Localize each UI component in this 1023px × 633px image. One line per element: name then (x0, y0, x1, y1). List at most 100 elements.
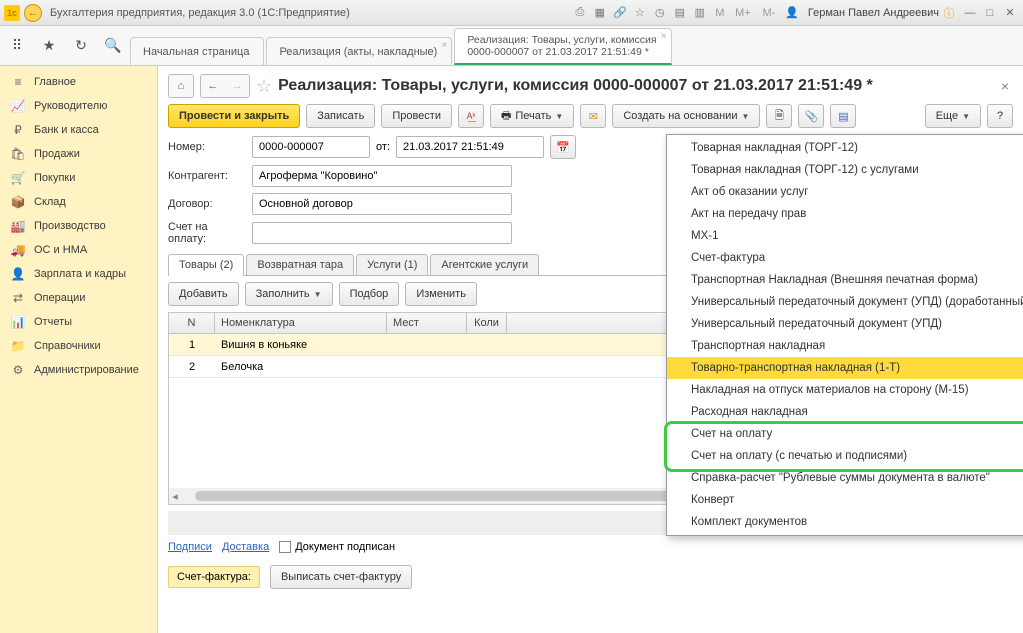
help-button[interactable]: ? (987, 104, 1013, 128)
subtab-agent[interactable]: Агентские услуги (430, 254, 539, 275)
page-icon[interactable]: ▥ (692, 5, 708, 21)
close-window-button[interactable]: ✕ (1001, 5, 1019, 21)
calc-icon[interactable]: ▤ (672, 5, 688, 21)
related-button[interactable]: 🗎 (766, 104, 792, 128)
m-minus-btn[interactable]: M- (758, 5, 780, 21)
fill-button[interactable]: Заполнить ▼ (245, 282, 333, 306)
sidebar-item-sales[interactable]: 🛍Продажи (0, 142, 157, 166)
sidebar-item-catalogs[interactable]: 📁Справочники (0, 334, 157, 358)
print-menu-item[interactable]: Акт на передачу прав (667, 203, 1023, 225)
print-menu-item[interactable]: Акт об оказании услуг (667, 181, 1023, 203)
print-menu-item[interactable]: Товарно-транспортная накладная (1-Т) (667, 357, 1023, 379)
info-icon[interactable]: ⓘ (941, 5, 957, 21)
write-button[interactable]: Записать (306, 104, 375, 128)
create-based-button[interactable]: Создать на основании ▼ (612, 104, 760, 128)
account-input[interactable] (252, 222, 512, 244)
contragent-input[interactable]: Агроферма "Коровино" (252, 165, 512, 187)
contract-input[interactable]: Основной договор (252, 193, 512, 215)
calendar-button[interactable]: 📅 (550, 135, 576, 159)
print-menu-item[interactable]: Справка-расчет "Рублевые суммы документа… (667, 467, 1023, 489)
nav-back-button[interactable]: ← (201, 75, 225, 97)
m-btn[interactable]: M (712, 5, 728, 21)
col-n[interactable]: N (169, 313, 215, 333)
maximize-button[interactable]: □ (981, 5, 999, 21)
sidebar-item-admin[interactable]: ⚙Администрирование (0, 358, 157, 382)
number-input[interactable]: 0000-000007 (252, 136, 370, 158)
subtab-services[interactable]: Услуги (1) (356, 254, 428, 275)
post-button[interactable]: Провести (381, 104, 452, 128)
button-label: Выписать счет-фактуру (281, 571, 401, 583)
tab-realization-doc[interactable]: Реализация: Товары, услуги, комиссия 000… (454, 28, 671, 65)
list-button[interactable]: ▤ (830, 104, 856, 128)
back-circle-button[interactable]: ← (24, 4, 42, 22)
date-input[interactable]: 21.03.2017 21:51:49 (396, 136, 544, 158)
print-menu-item[interactable]: Счет на оплату (667, 423, 1023, 445)
tab-start-page[interactable]: Начальная страница (130, 37, 264, 65)
print-menu-item[interactable]: Транспортная Накладная (Внешняя печатная… (667, 269, 1023, 291)
col-name[interactable]: Номенклатура (215, 313, 387, 333)
home-button[interactable]: ⌂ (168, 74, 194, 98)
attach-button[interactable]: 📎 (798, 104, 824, 128)
history-icon[interactable]: ↻ (72, 37, 90, 55)
delivery-link[interactable]: Доставка (222, 541, 269, 553)
subtab-tare[interactable]: Возвратная тара (246, 254, 354, 275)
grid-icon[interactable]: ▦ (592, 5, 608, 21)
more-button[interactable]: Еще ▼ (925, 104, 981, 128)
sidebar-item-hr[interactable]: 👤Зарплата и кадры (0, 262, 157, 286)
page-close-button[interactable]: × (1001, 78, 1013, 94)
print-menu-item[interactable]: Накладная на отпуск материалов на сторон… (667, 379, 1023, 401)
nav-forward-button[interactable]: → (225, 75, 249, 97)
print-menu-item[interactable]: Расходная накладная (667, 401, 1023, 423)
col-qty[interactable]: Коли (467, 313, 507, 333)
number-label: Номер: (168, 141, 246, 153)
sidebar-item-purchases[interactable]: 🛒Покупки (0, 166, 157, 190)
doc-signed-check[interactable]: Документ подписан (279, 541, 395, 553)
fav-icon[interactable]: ☆ (632, 5, 648, 21)
print-menu-item[interactable]: МХ-1 (667, 225, 1023, 247)
print-menu-item[interactable]: Товарная накладная (ТОРГ-12) (667, 137, 1023, 159)
add-button[interactable]: Добавить (168, 282, 239, 306)
email-button[interactable]: ✉ (580, 104, 606, 128)
sidebar-item-reports[interactable]: 📊Отчеты (0, 310, 157, 334)
sidebar-item-assets[interactable]: 🚚ОС и НМА (0, 238, 157, 262)
apps-icon[interactable]: ⠿ (8, 37, 26, 55)
signatures-link[interactable]: Подписи (168, 541, 212, 553)
clock-icon[interactable]: ◷ (652, 5, 668, 21)
minimize-button[interactable]: — (961, 5, 979, 21)
search-icon[interactable]: 🔍 (104, 37, 122, 55)
sidebar-item-main[interactable]: ≡Главное (0, 70, 157, 94)
tab-close-icon[interactable]: × (441, 40, 447, 51)
tab-realization-list[interactable]: Реализация (акты, накладные)× (266, 37, 452, 65)
change-button[interactable]: Изменить (405, 282, 477, 306)
sidebar-item-manager[interactable]: 📈Руководителю (0, 94, 157, 118)
print-menu-item[interactable]: Конверт (667, 489, 1023, 511)
subtab-goods[interactable]: Товары (2) (168, 254, 244, 275)
print-menu-item[interactable]: Универсальный передаточный документ (УПД… (667, 313, 1023, 335)
sidebar-item-production[interactable]: 🏭Производство (0, 214, 157, 238)
print-icon[interactable]: ⎙ (572, 5, 588, 21)
cell-name: Вишня в коньяке (215, 339, 387, 351)
print-menu-item[interactable]: Универсальный передаточный документ (УПД… (667, 291, 1023, 313)
issue-invoice-button[interactable]: Выписать счет-фактуру (270, 565, 412, 589)
sidebar-item-bank[interactable]: ₽Банк и касса (0, 118, 157, 142)
print-menu-item[interactable]: Счет-фактура (667, 247, 1023, 269)
print-dropdown-button[interactable]: 🖶 Печать ▼ (490, 104, 574, 128)
tab-close-icon[interactable]: × (661, 31, 667, 43)
sidebar-item-warehouse[interactable]: 📦Склад (0, 190, 157, 214)
print-menu-item[interactable]: Товарная накладная (ТОРГ-12) с услугами (667, 159, 1023, 181)
sidebar-item-operations[interactable]: ⇄Операции (0, 286, 157, 310)
button-label: Провести и закрыть (179, 110, 289, 122)
system-buttons: ⠿ ★ ↻ 🔍 (0, 26, 130, 65)
post-and-close-button[interactable]: Провести и закрыть (168, 104, 300, 128)
print-menu-item[interactable]: Транспортная накладная (667, 335, 1023, 357)
col-place[interactable]: Мест (387, 313, 467, 333)
select-button[interactable]: Подбор (339, 282, 400, 306)
subtab-label: Товары (2) (179, 259, 233, 271)
link-icon[interactable]: 🔗 (612, 5, 628, 21)
dt-kt-button[interactable]: A͟ᵏ (458, 104, 484, 128)
m-plus-btn[interactable]: M+ (732, 5, 754, 21)
print-menu-item[interactable]: Комплект документов (667, 511, 1023, 533)
print-menu-item[interactable]: Счет на оплату (с печатью и подписями) (667, 445, 1023, 467)
favorite-star-icon[interactable]: ☆ (256, 76, 272, 97)
star-icon[interactable]: ★ (40, 37, 58, 55)
